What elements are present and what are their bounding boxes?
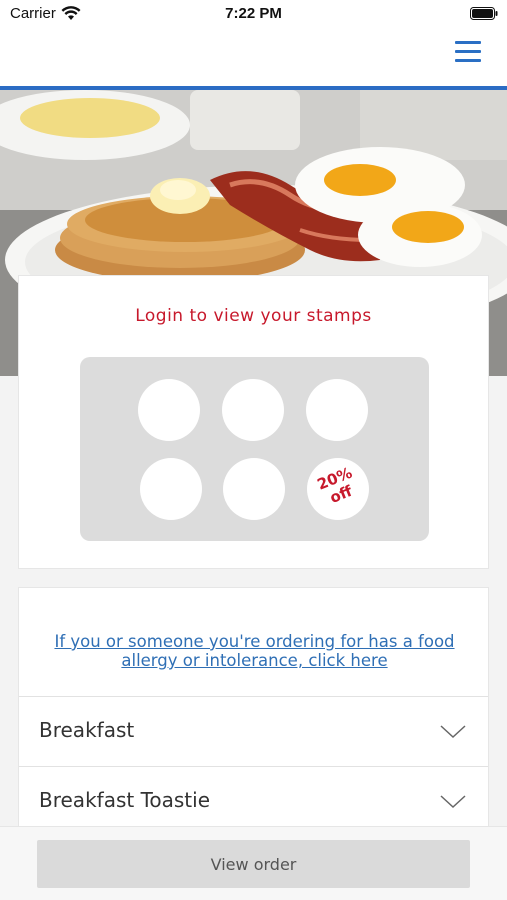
menu-category-breakfast[interactable]: Breakfast — [19, 696, 488, 766]
menu-card: If you or someone you're ordering for ha… — [18, 587, 489, 847]
stamps-login-prompt[interactable]: Login to view your stamps — [19, 306, 488, 326]
stamp-grid: 20% off — [80, 357, 429, 541]
stamp-slot-1 — [138, 379, 200, 441]
stamp-slot-4 — [140, 458, 202, 520]
hamburger-menu-icon[interactable] — [455, 39, 483, 65]
menu-category-label: Breakfast — [39, 718, 135, 742]
clock-label: 7:22 PM — [225, 5, 282, 22]
view-order-button[interactable]: View order — [37, 840, 470, 888]
chevron-down-icon — [440, 725, 466, 739]
stamp-card: Login to view your stamps 20% off — [18, 275, 489, 569]
stamp-slot-3 — [306, 379, 368, 441]
battery-icon — [470, 7, 498, 20]
navigation-bar — [0, 30, 507, 86]
status-bar: Carrier 7:22 PM — [0, 0, 507, 30]
stamp-slot-2 — [222, 379, 284, 441]
stamp-slot-5 — [223, 458, 285, 520]
allergy-info-link[interactable]: If you or someone you're ordering for ha… — [39, 632, 470, 670]
reward-label: 20% off — [303, 460, 373, 515]
bottom-bar: View order — [0, 826, 507, 900]
stamp-reward-slot: 20% off — [307, 458, 369, 520]
chevron-down-icon — [440, 795, 466, 809]
menu-category-label: Breakfast Toastie — [39, 788, 210, 812]
